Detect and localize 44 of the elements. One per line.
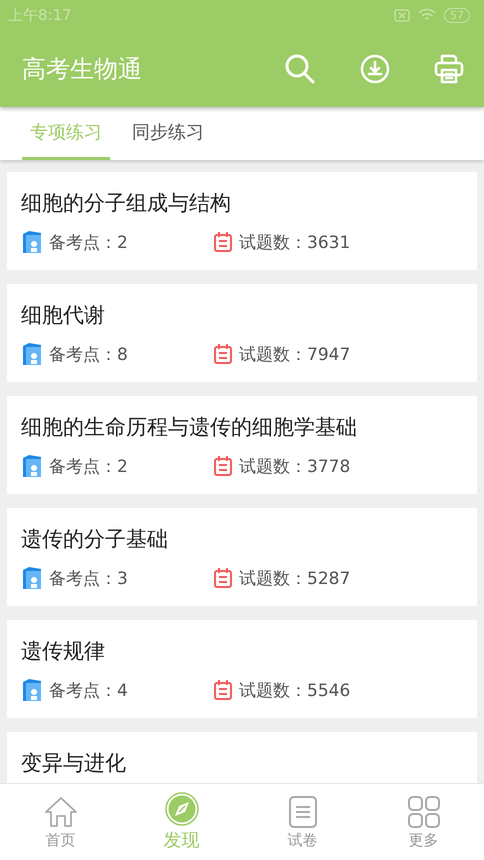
question-count: 试题数：5287 — [239, 568, 350, 590]
question-count: 试题数：3778 — [239, 456, 350, 478]
exam-points-count: 备考点：8 — [49, 344, 128, 366]
topic-title: 细胞的分子组成与结构 — [21, 190, 232, 217]
calendar-icon — [213, 231, 233, 253]
book-icon — [21, 342, 43, 366]
topic-card[interactable]: 细胞的生命历程与遗传的细胞学基础 备考点：2 试题数：3778 — [7, 396, 477, 494]
wifi-icon — [418, 8, 436, 22]
question-count: 试题数：7947 — [239, 344, 350, 366]
exam-points-count: 备考点：2 — [49, 232, 128, 254]
calendar-icon — [213, 455, 233, 477]
topic-title: 遗传的分子基础 — [21, 526, 169, 553]
calendar-icon — [213, 567, 233, 589]
topic-title: 细胞的生命历程与遗传的细胞学基础 — [21, 414, 358, 441]
download-icon[interactable] — [360, 54, 390, 84]
battery-indicator: 57 — [444, 8, 470, 22]
topic-card[interactable]: 细胞代谢 备考点：8 试题数：7947 — [7, 284, 477, 382]
grid-icon — [406, 794, 440, 828]
status-time: 上午8:17 — [8, 6, 72, 24]
app-title: 高考生物通 — [22, 54, 143, 84]
topic-card[interactable]: 细胞的分子组成与结构 备考点：2 试题数：3631 — [7, 172, 477, 270]
calendar-icon — [213, 343, 233, 365]
search-icon[interactable] — [284, 52, 316, 84]
exam-points-count: 备考点：4 — [49, 680, 128, 702]
topic-card[interactable]: 变异与进化 — [7, 732, 477, 783]
exam-points-count: 备考点：2 — [49, 456, 128, 478]
topic-title: 遗传规律 — [21, 638, 106, 665]
question-count: 试题数：3631 — [239, 232, 350, 254]
topic-title: 变异与进化 — [21, 750, 127, 777]
question-count: 试题数：5546 — [239, 680, 350, 702]
topic-title: 细胞代谢 — [21, 302, 106, 329]
exam-points-count: 备考点：3 — [49, 568, 128, 590]
tab[interactable]: 同步练习 — [124, 107, 212, 160]
book-icon — [21, 230, 43, 254]
topic-card[interactable]: 遗传规律 备考点：4 试题数：5546 — [7, 620, 477, 718]
printer-icon[interactable] — [434, 54, 464, 84]
book-icon — [21, 566, 43, 590]
topic-card[interactable]: 遗传的分子基础 备考点：3 试题数：5287 — [7, 508, 477, 606]
calendar-icon — [213, 679, 233, 701]
book-icon — [21, 454, 43, 478]
home-icon — [44, 794, 78, 828]
compass-icon — [164, 792, 198, 826]
book-icon — [21, 678, 43, 702]
sim-icon — [394, 8, 410, 22]
